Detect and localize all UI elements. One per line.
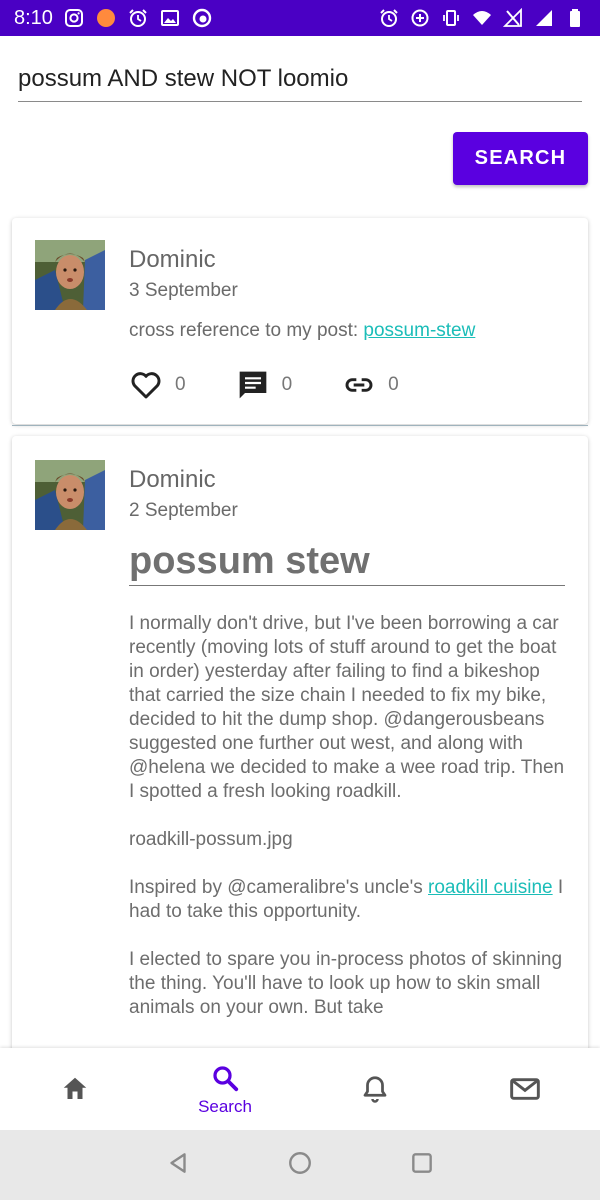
image-placeholder-text: roadkill-possum.jpg: [129, 829, 293, 850]
data-saver-icon: [409, 7, 431, 29]
nav-search-label: Search: [198, 1097, 252, 1116]
back-icon[interactable]: [165, 1150, 191, 1181]
avatar[interactable]: [35, 240, 105, 310]
nav-messages[interactable]: [450, 1048, 600, 1130]
comment-icon[interactable]: [236, 368, 270, 402]
post-card[interactable]: Dominic 2 September possum stew I normal…: [12, 436, 588, 1076]
link-action[interactable]: 0: [342, 368, 399, 402]
post-date: 2 September: [129, 500, 238, 521]
home-icon[interactable]: [58, 1072, 92, 1106]
bell-icon[interactable]: [358, 1072, 392, 1106]
status-bar: 8:10: [0, 0, 600, 36]
post-text: cross reference to my post: possum-stew: [129, 320, 475, 342]
search-icon[interactable]: [208, 1061, 242, 1095]
author-name[interactable]: Dominic: [129, 466, 216, 494]
comment-action[interactable]: 0: [236, 368, 293, 402]
search-input[interactable]: [18, 62, 582, 102]
heart-icon[interactable]: [129, 368, 163, 402]
home-circle-icon[interactable]: [287, 1150, 313, 1181]
post-paragraph: Inspired by @cameralibre's uncle's roadk…: [129, 876, 565, 924]
recents-icon[interactable]: [409, 1150, 435, 1181]
post-actions: 0 0 0: [129, 368, 449, 402]
post-date: 3 September: [129, 280, 238, 301]
post-title: possum stew: [129, 540, 565, 586]
nav-search[interactable]: Search: [150, 1048, 300, 1130]
paragraph-prefix: Inspired by @cameralibre's uncle's: [129, 877, 428, 898]
roadkill-cuisine-link[interactable]: roadkill cuisine: [428, 877, 553, 898]
firefox-icon: [191, 7, 213, 29]
bottom-nav: Search: [0, 1048, 600, 1130]
post-body: I normally don't drive, but I've been bo…: [129, 612, 565, 1044]
wifi-icon: [471, 7, 493, 29]
post-paragraph: I elected to spare you in-process photos…: [129, 949, 563, 1018]
like-count: 0: [175, 374, 186, 395]
image-icon: [159, 7, 181, 29]
author-name[interactable]: Dominic: [129, 246, 216, 274]
avatar[interactable]: [35, 460, 105, 530]
alarm-icon: [127, 7, 149, 29]
like-action[interactable]: 0: [129, 368, 186, 402]
post-paragraph: I normally don't drive, but I've been bo…: [129, 613, 565, 802]
alarm-icon: [378, 7, 400, 29]
orange-dot-icon: [95, 7, 117, 29]
signal-off-icon: [502, 7, 524, 29]
post-card[interactable]: Dominic 3 September cross reference to m…: [12, 218, 588, 424]
divider: [12, 425, 588, 426]
system-nav-bar: [0, 1130, 600, 1200]
instagram-icon: [63, 7, 85, 29]
battery-icon: [564, 7, 586, 29]
search-button[interactable]: SEARCH: [453, 132, 588, 185]
link-icon[interactable]: [342, 368, 376, 402]
signal-icon: [533, 7, 555, 29]
nav-home[interactable]: [0, 1048, 150, 1130]
clock: 8:10: [14, 6, 53, 29]
link-count: 0: [388, 374, 399, 395]
post-text-prefix: cross reference to my post:: [129, 320, 364, 341]
nav-notifications[interactable]: [300, 1048, 450, 1130]
post-link[interactable]: possum-stew: [363, 320, 475, 341]
comment-count: 0: [281, 374, 293, 395]
vibrate-icon: [440, 7, 462, 29]
mail-icon[interactable]: [508, 1072, 542, 1106]
